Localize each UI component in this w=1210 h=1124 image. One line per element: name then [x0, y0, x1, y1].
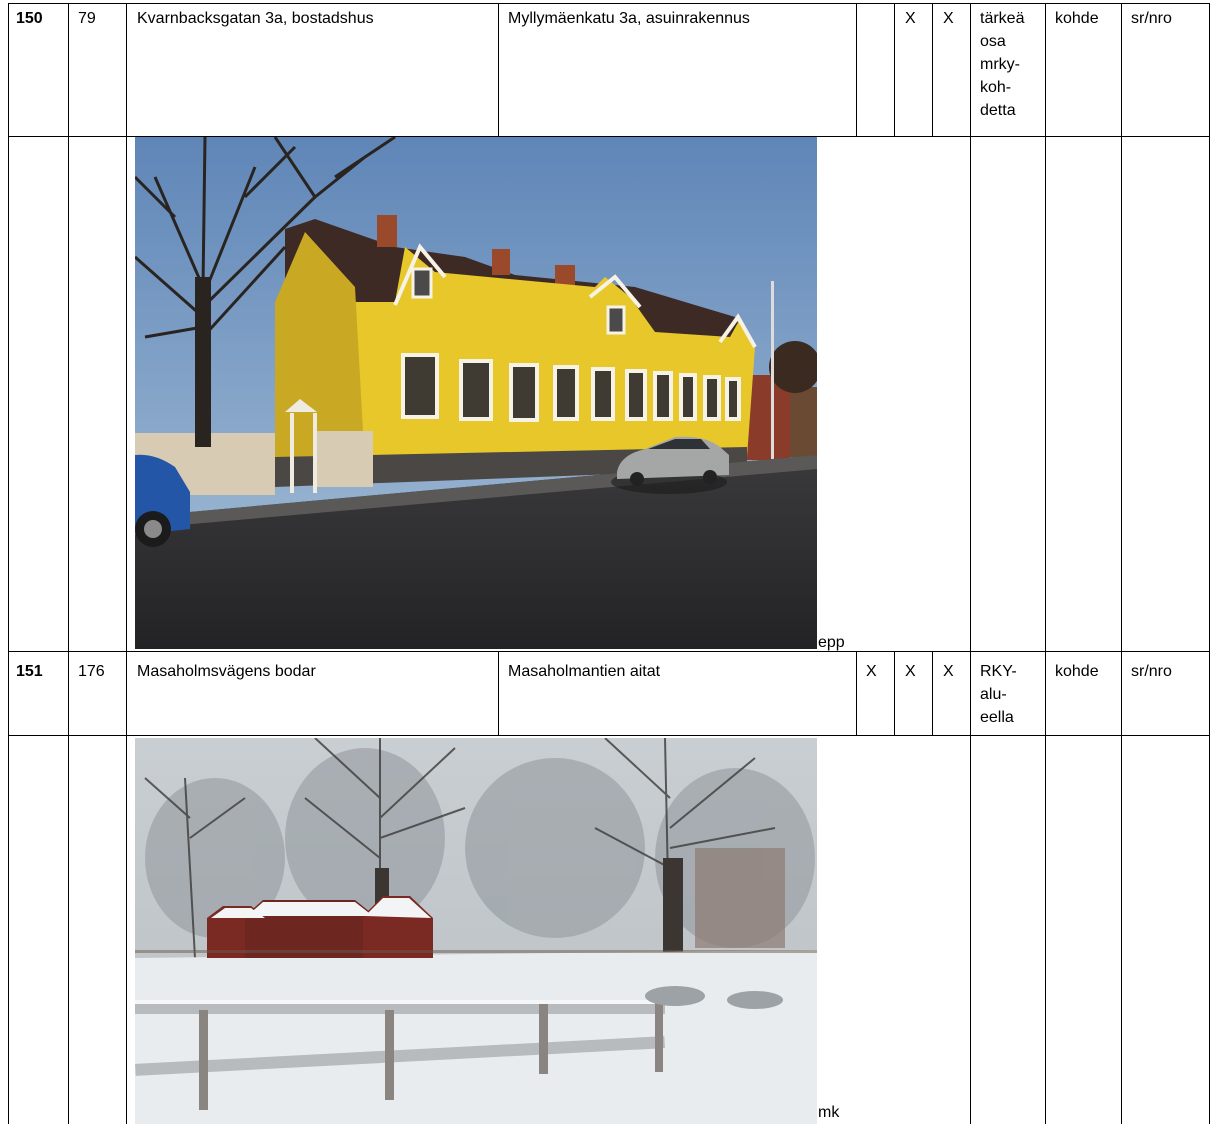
note-line: tärkeä — [980, 10, 1025, 27]
note-line: osa — [980, 33, 1006, 50]
mark-column-3: X — [943, 663, 954, 680]
mark-column-1: X — [866, 663, 877, 680]
item-number: 151 — [16, 663, 43, 680]
rule — [8, 735, 1210, 736]
note-line: koh- — [980, 79, 1012, 96]
item-reference: sr/nro — [1131, 10, 1172, 27]
note-line: detta — [980, 102, 1016, 119]
note-line: eella — [980, 709, 1014, 726]
item-reference: sr/nro — [1131, 663, 1172, 680]
rule — [970, 3, 971, 1124]
item-type: kohde — [1055, 663, 1099, 680]
name-swedish: Masaholmsvägens bodar — [137, 663, 316, 680]
rule — [856, 651, 857, 735]
rule — [894, 3, 895, 136]
item-number: 150 — [16, 10, 43, 27]
rule — [498, 651, 499, 735]
snowy-sheds-photo — [135, 738, 817, 1124]
rule — [856, 3, 857, 136]
name-finnish: Myllymäenkatu 3a, asuinrakennus — [508, 10, 750, 27]
rule — [8, 651, 1210, 652]
photo-credit: mk — [818, 1104, 840, 1121]
mark-column-3: X — [943, 10, 954, 27]
rule — [932, 3, 933, 136]
note-line: mrky- — [980, 56, 1020, 73]
rule — [932, 651, 933, 735]
rule — [68, 3, 69, 1124]
name-swedish: Kvarnbacksgatan 3a, bostadshus — [137, 10, 374, 27]
rule — [894, 651, 895, 735]
item-type: kohde — [1055, 10, 1099, 27]
rule — [8, 3, 9, 1124]
mark-column-2: X — [905, 10, 916, 27]
note-line: RKY- — [980, 663, 1017, 680]
rule — [1045, 3, 1046, 1124]
mark-column-2: X — [905, 663, 916, 680]
item-code: 79 — [78, 10, 96, 27]
note-line: alu- — [980, 686, 1007, 703]
item-code: 176 — [78, 663, 105, 680]
rule — [8, 3, 1210, 4]
photo-credit: epp — [818, 634, 845, 651]
name-finnish: Masaholmantien aitat — [508, 663, 661, 680]
rule — [1121, 3, 1122, 1124]
yellow-house-photo — [135, 137, 817, 649]
rule — [498, 3, 499, 136]
rule — [126, 3, 127, 1124]
